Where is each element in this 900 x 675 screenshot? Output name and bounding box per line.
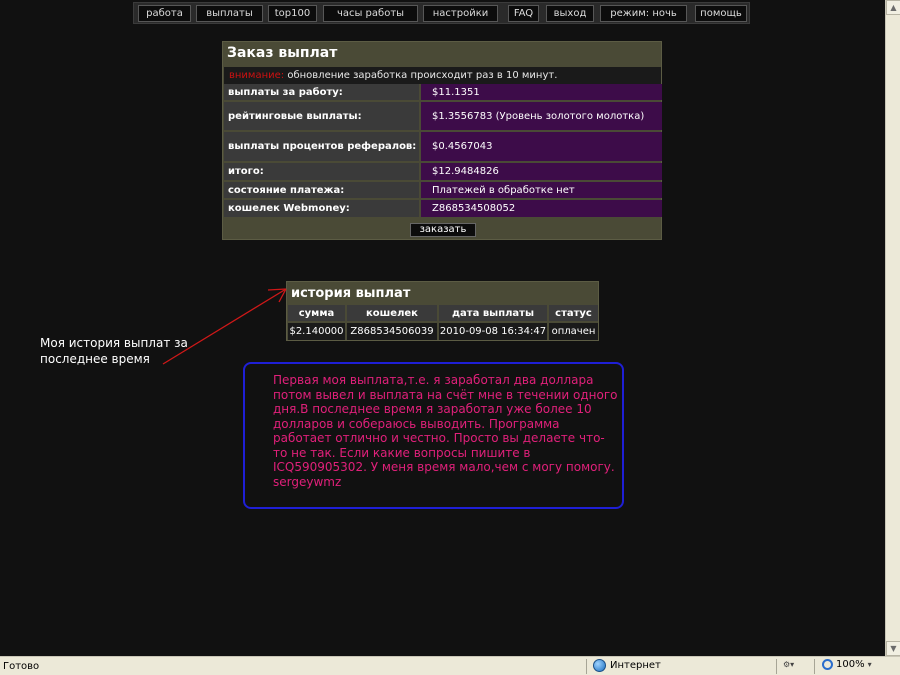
payout-history-panel: история выплат сумма кошелек дата выплат…: [286, 281, 599, 341]
comment-box: Первая моя выплата,т.е. я заработал два …: [243, 362, 624, 509]
status-separator-2: [776, 659, 777, 674]
zoom-dropdown-icon[interactable]: ▾: [868, 660, 872, 669]
nav-night-mode-button[interactable]: режим: ночь: [600, 5, 687, 22]
history-header-amount: сумма: [288, 305, 345, 321]
browser-status-bar: Готово Интернет ⚙▾ 100% ▾: [0, 656, 900, 675]
history-header-wallet: кошелек: [347, 305, 437, 321]
comment-signature: sergeywmz: [273, 474, 342, 489]
vertical-scrollbar[interactable]: ▲ ▼: [885, 0, 900, 656]
top-navigation: работа выплаты top100 часы работы настро…: [133, 2, 750, 24]
nav-faq-button[interactable]: FAQ: [508, 5, 539, 22]
globe-icon: [593, 659, 606, 672]
history-cell-date: 2010-09-08 16:34:47: [439, 323, 547, 340]
nav-help-button[interactable]: помощь: [695, 5, 747, 22]
status-separator: [586, 659, 587, 674]
payment-status-value: Платежей в обработке нет: [421, 182, 662, 198]
zone-label: Интернет: [610, 660, 661, 671]
nav-settings-button[interactable]: настройки: [423, 5, 498, 22]
referral-payout-value: $0.4567043: [421, 132, 662, 161]
browser-viewport: работа выплаты top100 часы работы настро…: [0, 0, 885, 656]
total-label: итого:: [224, 163, 419, 180]
history-cell-amount: $2.140000: [288, 323, 345, 340]
payout-order-panel: Заказ выплат внимание: обновление зарабо…: [222, 41, 662, 240]
update-notice: внимание: обновление заработка происходи…: [224, 67, 661, 84]
scroll-down-icon[interactable]: ▼: [886, 641, 900, 656]
status-separator-3: [814, 659, 815, 674]
history-cell-status: оплачен: [549, 323, 598, 340]
nav-work-button[interactable]: работа: [138, 5, 191, 22]
wallet-label: кошелек Webmoney:: [224, 200, 419, 217]
status-text: Готово: [3, 661, 40, 672]
payment-status-label: состояние платежа:: [224, 182, 419, 198]
comment-body: Первая моя выплата,т.е. я заработал два …: [273, 373, 618, 474]
wallet-value: Z868534508052: [421, 200, 662, 217]
order-payout-button[interactable]: заказать: [410, 223, 476, 237]
security-zone: Интернет: [593, 659, 661, 672]
history-cell-wallet: Z868534506039: [347, 323, 437, 340]
comment-text: Первая моя выплата,т.е. я заработал два …: [273, 373, 618, 489]
history-header-status: статус: [549, 305, 598, 321]
work-payout-value: $11.1351: [421, 84, 662, 100]
payout-order-title: Заказ выплат: [227, 45, 338, 61]
rating-payout-label: рейтинговые выплаты:: [224, 102, 419, 130]
nav-work-hours-button[interactable]: часы работы: [323, 5, 418, 22]
nav-payouts-button[interactable]: выплаты: [196, 5, 263, 22]
zoom-control[interactable]: 100% ▾: [822, 659, 872, 670]
total-value: $12.9484826: [421, 163, 662, 180]
scroll-up-icon[interactable]: ▲: [886, 0, 900, 15]
nav-logout-button[interactable]: выход: [546, 5, 594, 22]
work-payout-label: выплаты за работу:: [224, 84, 419, 100]
history-header-date: дата выплаты: [439, 305, 547, 321]
zoom-level: 100%: [836, 659, 865, 670]
magnifier-icon: [822, 659, 833, 670]
payout-history-title: история выплат: [291, 286, 411, 301]
protected-mode-icon[interactable]: ⚙▾: [783, 660, 794, 669]
rating-payout-value: $1.3556783 (Уровень золотого молотка): [421, 102, 662, 130]
nav-top100-button[interactable]: top100: [268, 5, 317, 22]
notice-text: обновление заработка происходит раз в 10…: [284, 70, 558, 81]
notice-warning-label: внимание:: [229, 70, 285, 81]
referral-payout-label: выплаты процентов рефералов:: [224, 132, 419, 161]
history-annotation-label: Моя история выплат за последнее время: [40, 336, 188, 366]
